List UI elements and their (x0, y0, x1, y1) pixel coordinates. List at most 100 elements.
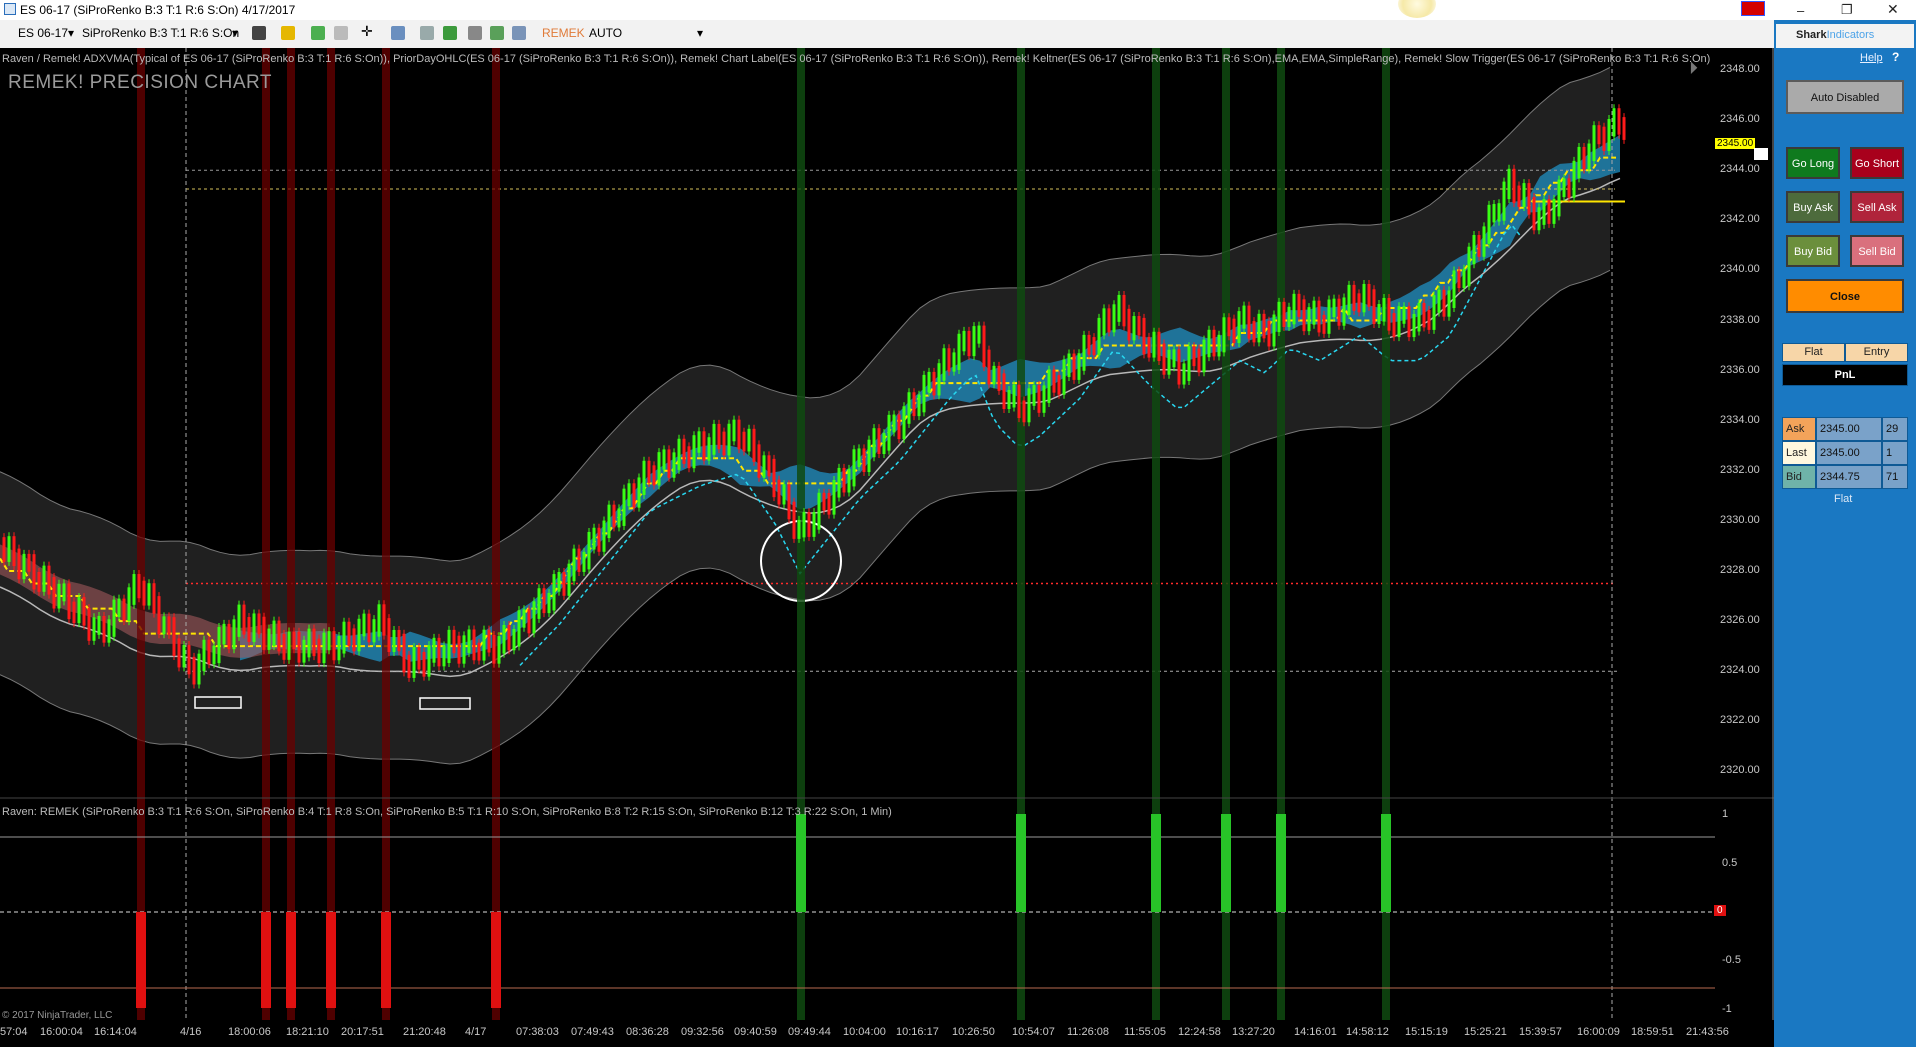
renko-up-bar (962, 330, 966, 352)
renko-down-bar (422, 651, 426, 677)
renko-down-bar (1387, 297, 1391, 331)
renko-down-bar (1322, 314, 1326, 334)
buy-signal-bar (796, 814, 806, 912)
chevron-down-icon[interactable]: ▾ (697, 26, 703, 40)
auto-mode-selector[interactable]: AUTO (589, 26, 622, 40)
renko-up-bar (552, 574, 556, 611)
go-short-button[interactable]: Go Short (1850, 147, 1904, 179)
renko-down-bar (1392, 313, 1396, 338)
renko-up-bar (1012, 384, 1016, 408)
renko-up-bar (832, 479, 836, 515)
renko-down-bar (982, 325, 986, 368)
time-tick-label: 21:20:48 (403, 1026, 446, 1038)
strategies-icon[interactable] (468, 26, 482, 40)
renko-down-bar (82, 597, 86, 626)
remek-button[interactable]: REMEK (542, 26, 585, 40)
crosshair-icon[interactable]: ✛ (361, 23, 373, 40)
renko-up-bar (1437, 289, 1441, 313)
renko-up-bar (1202, 339, 1206, 373)
position-status: Flat (1834, 493, 1853, 505)
renko-down-bar (1122, 294, 1126, 327)
renko-up-bar (1537, 207, 1541, 231)
instrument-selector[interactable]: ES 06-17 (18, 26, 68, 40)
renko-down-bar (1057, 375, 1061, 395)
renko-up-bar (92, 617, 96, 641)
renko-up-bar (1307, 307, 1311, 332)
lower-tick-label: -0.5 (1722, 954, 1741, 966)
auto-disabled-button[interactable]: Auto Disabled (1786, 80, 1904, 114)
buy-ask-button[interactable]: Buy Ask (1786, 191, 1840, 223)
sell-bid-button[interactable]: Sell Bid (1850, 235, 1904, 267)
renko-down-bar (1357, 293, 1361, 313)
renko-up-bar (727, 423, 731, 456)
renko-down-bar (457, 635, 461, 664)
renko-up-bar (592, 527, 596, 550)
renko-down-bar (1137, 316, 1141, 336)
play-forward-icon[interactable]: ⏵ (1689, 58, 1698, 79)
renko-up-bar (1332, 298, 1336, 318)
renko-up-bar (712, 423, 716, 455)
renko-up-bar (557, 572, 561, 592)
data-box-icon[interactable] (512, 26, 526, 40)
renko-up-bar (927, 371, 931, 393)
renko-down-bar (67, 583, 71, 620)
help-link[interactable]: Help (1860, 52, 1883, 64)
renko-up-bar (1152, 331, 1156, 358)
renko-up-bar (42, 565, 46, 592)
renko-down-bar (257, 613, 261, 635)
renko-up-bar (1572, 160, 1576, 198)
time-tick-label: 16:00:04 (40, 1026, 83, 1038)
draw-pencil-icon[interactable] (281, 26, 295, 40)
chevron-down-icon[interactable]: ▾ (232, 26, 238, 40)
drawing-tool-icon[interactable] (311, 26, 325, 40)
chart-area[interactable]: Raven / Remek! ADXVMA(Typical of ES 06-1… (0, 48, 1774, 1021)
renko-up-bar (572, 548, 576, 582)
renko-up-bar (1167, 349, 1171, 375)
time-tick-label: 15:15:19 (1405, 1026, 1448, 1038)
renko-down-bar (17, 548, 21, 580)
time-axis[interactable]: 57:04 16:00:04 16:14:04 4/16 18:00:06 18:21:1… (0, 1020, 1774, 1047)
bar-type-selector[interactable]: SiProRenko B:3 T:1 R:6 S:On (82, 26, 239, 40)
price-tick-label: 2344.00 (1720, 163, 1760, 176)
renko-down-bar (207, 639, 211, 665)
renko-up-bar (1067, 353, 1071, 378)
chevron-down-icon[interactable]: ▾ (68, 26, 74, 40)
renko-down-bar (87, 608, 91, 641)
minimize-icon[interactable]: – (1797, 3, 1804, 18)
help-icon[interactable]: ? (1892, 50, 1899, 64)
sell-ask-button[interactable]: Sell Ask (1850, 191, 1904, 223)
renko-up-bar (547, 592, 551, 614)
renko-down-bar (1157, 331, 1161, 362)
renko-down-bar (1512, 168, 1516, 204)
renko-down-bar (1297, 293, 1301, 317)
properties-icon[interactable] (420, 26, 434, 40)
time-tick-label: 4/16 (180, 1026, 202, 1038)
renko-down-bar (242, 604, 246, 635)
buy-bid-button[interactable]: Buy Bid (1786, 235, 1840, 267)
renko-down-bar (772, 458, 776, 498)
bar-style-icon[interactable] (252, 26, 266, 40)
renko-down-bar (842, 467, 846, 493)
indicator-header: Raven / Remek! ADXVMA(Typical of ES 06-1… (2, 53, 1711, 65)
time-tick-label: 10:26:50 (952, 1026, 995, 1038)
price-chart-canvas[interactable] (0, 48, 1774, 1020)
alert-indicator[interactable] (1741, 1, 1765, 16)
renko-up-bar (337, 636, 341, 661)
indicators-icon[interactable] (443, 26, 457, 40)
renko-down-bar (1422, 302, 1426, 328)
renko-up-bar (1237, 311, 1241, 344)
renko-down-bar (1227, 317, 1231, 337)
renko-up-bar (427, 645, 431, 677)
renko-down-bar (912, 392, 916, 417)
restore-icon[interactable]: ❐ (1841, 2, 1853, 18)
keltner-band (0, 66, 1621, 765)
renko-up-bar (1187, 346, 1191, 381)
templates-icon[interactable] (490, 26, 504, 40)
go-long-button[interactable]: Go Long (1786, 147, 1840, 179)
close-icon[interactable]: ✕ (1887, 1, 1899, 18)
zoom-icon[interactable] (391, 26, 405, 40)
renko-up-bar (287, 631, 291, 660)
renko-up-bar (7, 536, 11, 562)
snap-icon[interactable] (334, 26, 348, 40)
close-position-button[interactable]: Close (1786, 279, 1904, 313)
